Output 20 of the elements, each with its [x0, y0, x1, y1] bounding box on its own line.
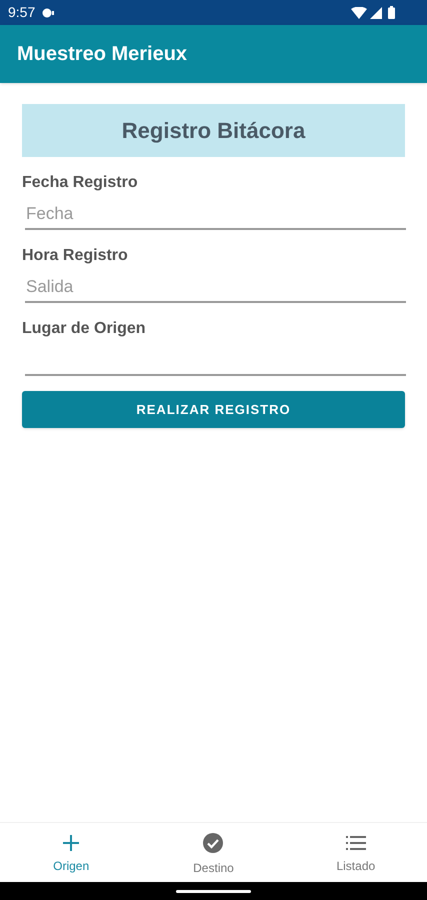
- field-label: Lugar de Origen: [22, 319, 147, 339]
- plus-icon: [63, 834, 80, 850]
- nav-tab[interactable]: Origen: [0, 823, 142, 882]
- list-icon: [346, 834, 366, 850]
- input-field[interactable]: Salida: [25, 273, 406, 303]
- wifi-icon: [351, 6, 367, 18]
- field-label: Fecha Registro: [22, 173, 139, 193]
- signal-icon: [370, 6, 382, 18]
- app-title: Muestreo Merieux: [17, 42, 188, 67]
- nav-tab[interactable]: Listado: [284, 823, 427, 882]
- notification-icon: [41, 8, 56, 18]
- battery-icon: [388, 6, 395, 19]
- nav-tab[interactable]: Destino: [142, 823, 285, 882]
- field-label: Hora Registro: [22, 246, 129, 266]
- status-time: 9:57: [8, 3, 36, 22]
- submit-button[interactable]: REALIZAR REGISTRO: [22, 391, 405, 428]
- input-field[interactable]: Fecha: [25, 200, 406, 230]
- check-circle-icon: [203, 832, 224, 852]
- form-title: Registro Bitácora: [122, 117, 306, 145]
- home-indicator[interactable]: [176, 890, 251, 892]
